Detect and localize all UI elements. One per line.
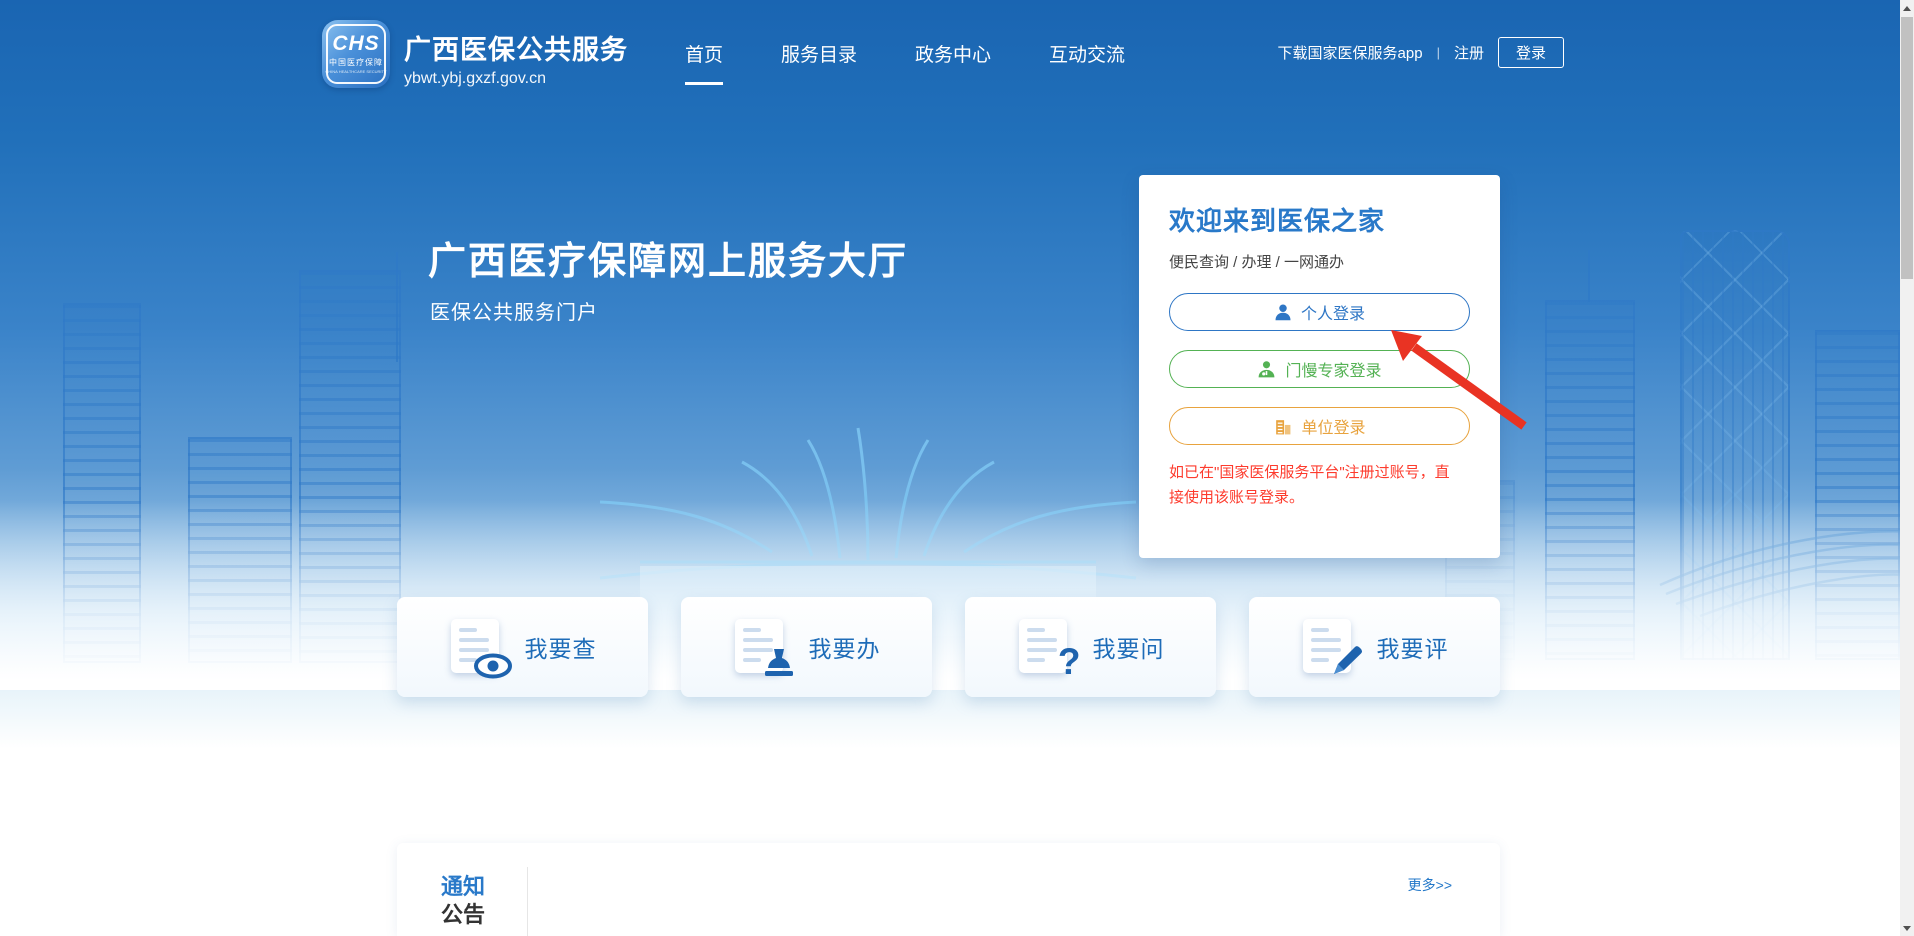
personal-login-button[interactable]: 个人登录 xyxy=(1169,293,1470,331)
chs-logo[interactable]: CHS 中国医疗保障 CHINA HEALTHCARE SECURITY xyxy=(322,20,390,88)
header-login-button[interactable]: 登录 xyxy=(1498,37,1564,68)
logo-acronym: CHS xyxy=(332,34,379,54)
service-card-rate[interactable]: 我要评 xyxy=(1249,597,1500,697)
service-label: 我要问 xyxy=(1093,630,1165,664)
header-right: 下载国家医保服务app | 注册 登录 xyxy=(1278,37,1564,68)
pen-icon xyxy=(1329,643,1365,679)
register-link[interactable]: 注册 xyxy=(1454,42,1484,63)
notice-title: 通知 公告 xyxy=(441,873,485,929)
unit-login-button[interactable]: 单位登录 xyxy=(1169,407,1470,445)
login-card: 欢迎来到医保之家 便民查询 / 办理 / 一网通办 个人登录 门慢专家登录 xyxy=(1139,175,1500,558)
document-icon: ? xyxy=(1017,617,1077,677)
city-skyline-graphic xyxy=(0,0,1914,936)
logo-cn-text: 中国医疗保障 xyxy=(329,57,383,68)
document-icon xyxy=(449,617,509,677)
notice-divider xyxy=(527,867,528,936)
stamp-icon xyxy=(761,647,797,679)
nav-item-gov-center[interactable]: 政务中心 xyxy=(915,40,991,85)
login-card-tagline: 便民查询 / 办理 / 一网通办 xyxy=(1169,251,1470,272)
scrollbar[interactable] xyxy=(1900,0,1914,936)
notice-more-link[interactable]: 更多>> xyxy=(1408,875,1452,895)
expert-login-button[interactable]: 门慢专家登录 xyxy=(1169,350,1470,388)
header-divider: | xyxy=(1437,45,1440,60)
hero-subtitle: 医保公共服务门户 xyxy=(430,296,598,325)
hero-title: 广西医疗保障网上服务大厅 xyxy=(428,230,908,285)
login-note-line2: 接使用该账号登录。 xyxy=(1169,485,1470,510)
building-icon xyxy=(1273,417,1292,436)
scrollbar-thumb[interactable] xyxy=(1901,17,1913,279)
chs-logo-inner: CHS 中国医疗保障 CHINA HEALTHCARE SECURITY xyxy=(326,24,386,84)
service-card-handle[interactable]: 我要办 xyxy=(681,597,932,697)
scroll-down-icon xyxy=(1903,926,1911,931)
service-shortcuts: 我要查 我要办 ? 我要问 xyxy=(397,597,1500,697)
skyline-building xyxy=(299,270,401,663)
site-title: 广西医保公共服务 xyxy=(404,28,628,67)
page: CHS 中国医疗保障 CHINA HEALTHCARE SECURITY 广西医… xyxy=(0,0,1914,936)
skyline-building xyxy=(63,303,141,663)
nav-item-service-catalog[interactable]: 服务目录 xyxy=(781,40,857,85)
document-icon xyxy=(1301,617,1361,677)
skyline-antenna xyxy=(1588,250,1590,302)
skyline-building xyxy=(188,437,292,663)
login-card-title: 欢迎来到医保之家 xyxy=(1169,201,1470,238)
scrollbar-up-button[interactable] xyxy=(1900,0,1914,16)
site-url: ybwt.ybj.gxzf.gov.cn xyxy=(404,70,628,88)
notice-board: 通知 公告 更多>> xyxy=(397,843,1500,936)
question-icon: ? xyxy=(1058,645,1081,679)
service-label: 我要评 xyxy=(1377,630,1449,664)
notice-title-line1: 通知 xyxy=(441,873,485,901)
logo-en-text: CHINA HEALTHCARE SECURITY xyxy=(325,69,386,74)
personal-login-label: 个人登录 xyxy=(1301,300,1365,324)
service-label: 我要办 xyxy=(809,630,881,664)
nav-item-home[interactable]: 首页 xyxy=(685,40,723,85)
download-app-link[interactable]: 下载国家医保服务app xyxy=(1278,42,1423,63)
document-icon xyxy=(733,617,793,677)
skyline-antenna xyxy=(396,252,398,362)
scroll-up-icon xyxy=(1903,6,1911,11)
nav-item-interaction[interactable]: 互动交流 xyxy=(1049,40,1125,85)
brand-text: 广西医保公共服务 ybwt.ybj.gxzf.gov.cn xyxy=(404,28,628,88)
service-card-ask[interactable]: ? 我要问 xyxy=(965,597,1216,697)
skyline-building xyxy=(1680,230,1790,660)
scrollbar-down-button[interactable] xyxy=(1900,920,1914,936)
skyline-building xyxy=(1545,300,1635,660)
person-icon xyxy=(1274,303,1292,321)
login-note: 如已在"国家医保服务平台"注册过账号，直 接使用该账号登录。 xyxy=(1169,460,1470,510)
login-note-line1: 如已在"国家医保服务平台"注册过账号，直 xyxy=(1169,460,1470,485)
doctor-icon xyxy=(1257,360,1276,379)
notice-title-line2: 公告 xyxy=(441,901,485,929)
main-nav: 首页 服务目录 政务中心 互动交流 xyxy=(685,40,1125,85)
eye-icon xyxy=(473,653,513,679)
service-card-query[interactable]: 我要查 xyxy=(397,597,648,697)
unit-login-label: 单位登录 xyxy=(1301,414,1365,438)
expert-login-label: 门慢专家登录 xyxy=(1285,357,1381,381)
header: CHS 中国医疗保障 CHINA HEALTHCARE SECURITY 广西医… xyxy=(0,0,1900,115)
service-label: 我要查 xyxy=(525,630,597,664)
skyline-building xyxy=(1815,330,1900,660)
